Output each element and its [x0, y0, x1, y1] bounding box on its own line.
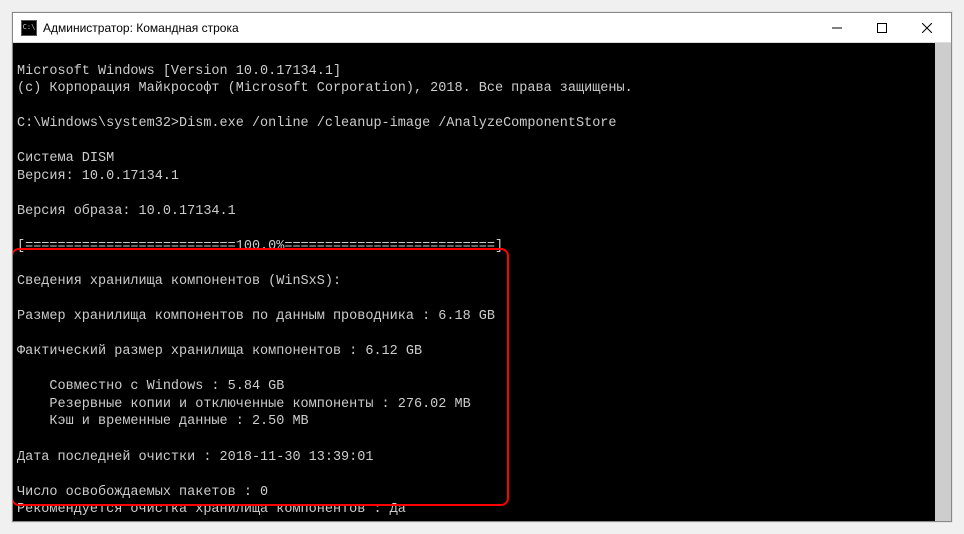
console-line: Число освобождаемых пакетов : 0 [17, 485, 268, 500]
console-line: C:\Windows\system32>Dism.exe /online /cl… [17, 116, 617, 131]
console-line: Фактический размер хранилища компонентов… [17, 344, 422, 359]
console-line: Cистема DISM [17, 151, 114, 166]
cmd-icon: C:\ [21, 20, 37, 36]
console-line: Совместно с Windows : 5.84 GB [17, 379, 284, 394]
minimize-button[interactable] [814, 13, 859, 42]
console-line: Размер хранилища компонентов по данным п… [17, 309, 495, 324]
console-line: (c) Корпорация Майкрософт (Microsoft Cor… [17, 81, 633, 96]
console-line: Microsoft Windows [Version 10.0.17134.1] [17, 64, 341, 79]
console-line: Сведения хранилища компонентов (WinSxS): [17, 274, 341, 289]
command-prompt-window: C:\ Администратор: Командная строка Micr… [12, 12, 952, 522]
console-line: [==========================100.0%=======… [17, 239, 503, 254]
console-line: Версия образа: 10.0.17134.1 [17, 204, 236, 219]
close-button[interactable] [904, 13, 949, 42]
console-output: Microsoft Windows [Version 10.0.17134.1]… [17, 45, 947, 521]
console-line: Версия: 10.0.17134.1 [17, 169, 179, 184]
console-line: Рекомендуется очистка хранилища компонен… [17, 502, 406, 517]
console-area[interactable]: Microsoft Windows [Version 10.0.17134.1]… [13, 43, 951, 521]
console-line: Кэш и временные данные : 2.50 MB [17, 414, 309, 429]
titlebar: C:\ Администратор: Командная строка [13, 13, 951, 43]
window-title: Администратор: Командная строка [43, 21, 814, 35]
console-line: Резервные копии и отключенные компоненты… [17, 397, 471, 412]
scrollbar[interactable] [935, 43, 951, 521]
window-controls [814, 13, 949, 42]
console-line: Дата последней очистки : 2018-11-30 13:3… [17, 450, 373, 465]
maximize-button[interactable] [859, 13, 904, 42]
scrollbar-thumb[interactable] [935, 43, 951, 521]
